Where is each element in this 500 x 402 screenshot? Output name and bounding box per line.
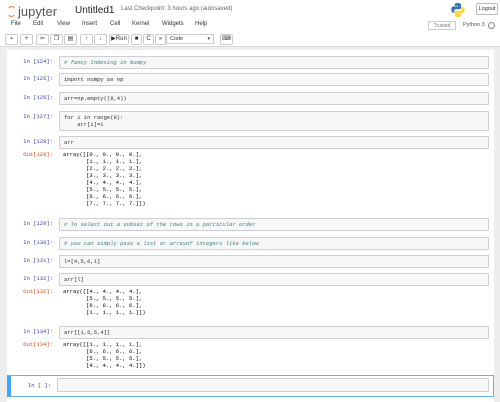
output-prompt: Out[134]: xyxy=(23,341,53,348)
arrow-down-icon: ↓ xyxy=(99,36,102,42)
jupyter-icon xyxy=(7,6,16,17)
menu-view[interactable]: View xyxy=(57,21,70,27)
cell-input[interactable]: arr[l] xyxy=(59,273,489,286)
jupyter-logo[interactable]: jupyter xyxy=(7,4,57,19)
chevron-down-icon: ▾ xyxy=(207,36,210,42)
menu-edit[interactable]: Edit xyxy=(33,21,43,27)
paste-button[interactable]: ▤ xyxy=(64,34,77,45)
command-palette-button[interactable]: ⌨ xyxy=(220,34,233,45)
run-button[interactable]: ▶Run xyxy=(109,34,129,45)
stop-icon: ■ xyxy=(134,36,139,42)
input-prompt: In [131]: xyxy=(23,257,53,264)
copy-icon: ❐ xyxy=(53,36,60,42)
save-button[interactable]: ▪ xyxy=(5,34,18,45)
kernel-status-icon xyxy=(488,22,495,29)
cell-type-select[interactable]: Code ▾ xyxy=(166,34,214,44)
checkpoint-status: Last Checkpoint: 3 hours ago (autosaved) xyxy=(121,6,233,12)
cell-output: array([[1., 1., 1., 1.], [6., 6., 6., 6.… xyxy=(63,341,146,369)
logout-button[interactable]: Logout xyxy=(476,3,498,15)
restart-icon: C xyxy=(146,36,151,42)
scissors-icon: ✂ xyxy=(39,36,46,42)
input-prompt: In [125]: xyxy=(23,75,53,82)
restart-button[interactable]: C xyxy=(143,34,154,45)
menu-insert[interactable]: Insert xyxy=(82,21,97,27)
menu-kernel[interactable]: Kernel xyxy=(132,21,149,27)
menu-file[interactable]: File xyxy=(11,21,21,27)
move-down-button[interactable]: ↓ xyxy=(94,34,107,45)
cell-input[interactable]: import numpy as np xyxy=(59,73,489,86)
input-prompt: In [ ]: xyxy=(27,382,51,389)
input-prompt: In [129]: xyxy=(23,220,53,227)
input-prompt: In [126]: xyxy=(23,94,53,101)
trusted-badge[interactable]: Trusted xyxy=(428,21,456,30)
toolbar: ▪ + ✂ ❐ ▤ ↑ ↓ ▶Run ■ C » xyxy=(0,32,500,47)
run-label: Run xyxy=(115,36,127,42)
paste-icon: ▤ xyxy=(67,36,74,42)
cell-input[interactable]: # fancy Indexing in Numpy xyxy=(59,56,489,69)
brand-name: jupyter xyxy=(18,4,58,19)
menu-widgets[interactable]: Widgets xyxy=(162,21,184,27)
cut-button[interactable]: ✂ xyxy=(36,34,49,45)
floppy-icon: ▪ xyxy=(10,36,13,42)
cell-output: array([[4., 4., 4., 4.], [5., 5., 5., 5.… xyxy=(63,288,146,316)
notebook-container: In [124]: # fancy Indexing in Numpy In [… xyxy=(7,50,494,402)
menubar: File Edit View Insert Cell Kernel Widget… xyxy=(0,19,500,31)
input-prompt: In [124]: xyxy=(23,58,53,65)
stop-button[interactable]: ■ xyxy=(131,34,142,45)
cell-input[interactable]: # you can simply pass a list or arrayof … xyxy=(59,237,489,250)
keyboard-icon: ⌨ xyxy=(222,36,231,42)
kernel-name: Python 3 xyxy=(463,22,485,28)
copy-button[interactable]: ❐ xyxy=(50,34,63,45)
insert-cell-button[interactable]: + xyxy=(20,34,33,45)
fast-forward-icon: » xyxy=(158,36,163,42)
output-prompt: Out[132]: xyxy=(23,288,53,295)
output-prompt: Out[128]: xyxy=(23,151,53,158)
cell-output: array([[0., 0., 0., 0.], [1., 1., 1., 1.… xyxy=(63,151,146,207)
menu-help[interactable]: Help xyxy=(195,21,207,27)
cell-input[interactable]: l=[4,5,6,1] xyxy=(59,255,489,268)
cell-input[interactable]: arr xyxy=(59,136,489,149)
cell-input[interactable]: for i in range(8): arr[i]=i xyxy=(59,111,489,131)
active-code-cell[interactable]: In [ ]: xyxy=(7,375,494,397)
arrow-up-icon: ↑ xyxy=(85,36,88,42)
cell-input[interactable]: arr=np.empty((8,4)) xyxy=(59,92,489,105)
plus-icon: + xyxy=(24,36,29,42)
cell-input[interactable]: # To select out a subset of the rows in … xyxy=(59,218,489,231)
input-prompt: In [128]: xyxy=(23,138,53,145)
menu-cell[interactable]: Cell xyxy=(110,21,120,27)
move-up-button[interactable]: ↑ xyxy=(80,34,93,45)
notebook-name[interactable]: Untitled1 xyxy=(75,5,114,16)
restart-run-button[interactable]: » xyxy=(155,34,166,45)
input-prompt: In [130]: xyxy=(23,239,53,246)
input-prompt: In [127]: xyxy=(23,113,53,120)
python-logo-icon xyxy=(451,3,465,18)
input-prompt: In [132]: xyxy=(23,275,53,282)
cell-input[interactable]: arr[[1,6,5,4]] xyxy=(59,326,489,339)
input-prompt: In [134]: xyxy=(23,328,53,335)
cell-type-value: Code xyxy=(170,36,184,42)
cell-input[interactable] xyxy=(57,378,489,392)
notebook-header: jupyter Untitled1 Last Checkpoint: 3 hou… xyxy=(0,0,500,47)
